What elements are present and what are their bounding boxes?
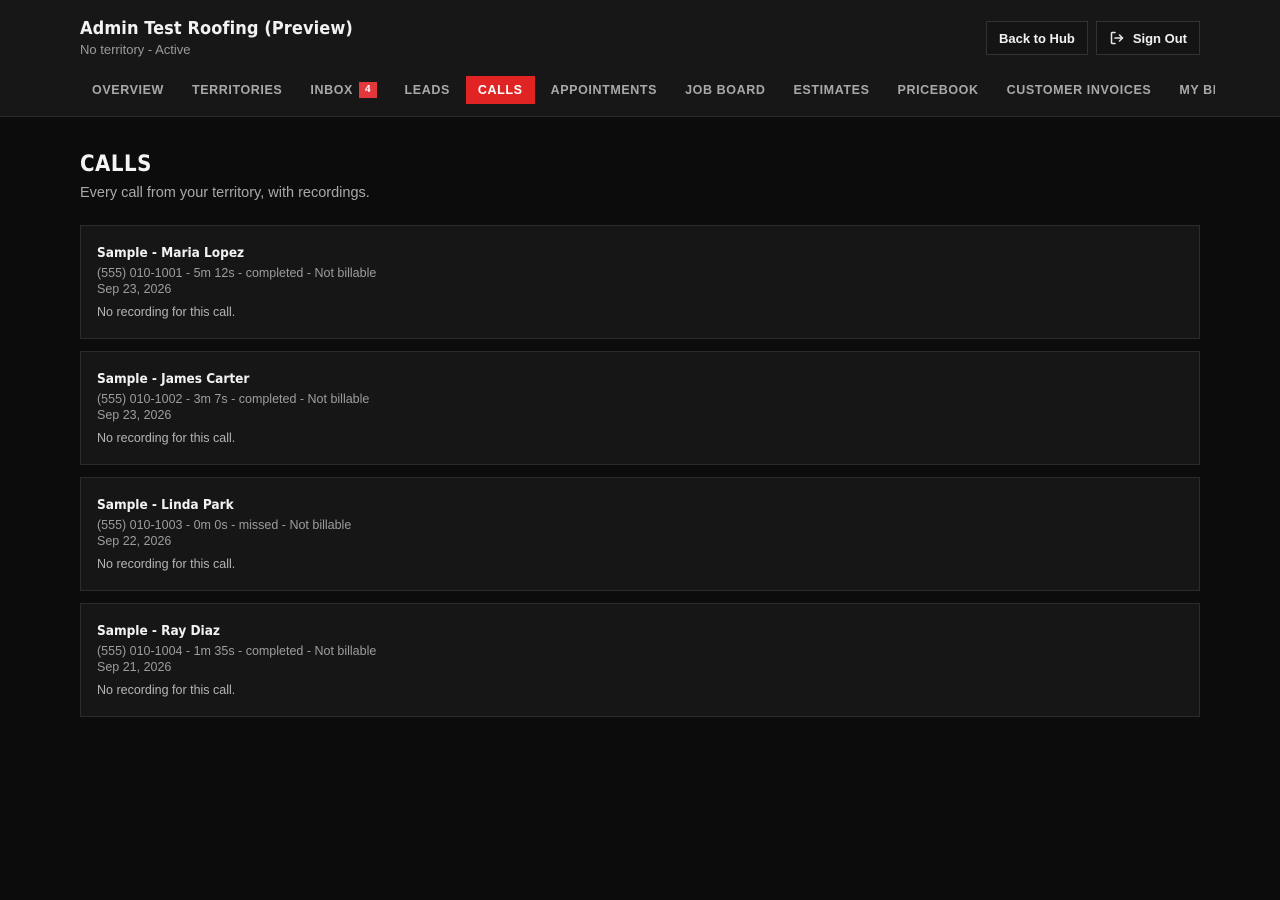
recording-status: No recording for this call.	[97, 557, 236, 571]
call-details: (555) 010-1003 - 0m 0s - missed - Not bi…	[97, 518, 352, 532]
tab-customer-invoices[interactable]: CUSTOMER INVOICES	[995, 76, 1164, 104]
tab-job-board[interactable]: JOB BOARD	[673, 76, 777, 104]
tab-label: ESTIMATES	[793, 83, 870, 97]
page-subtitle: Every call from your territory, with rec…	[80, 185, 370, 201]
call-list: Sample - Maria Lopez (555) 010-1001 - 5m…	[80, 225, 1200, 717]
call-details: (555) 010-1002 - 3m 7s - completed - Not…	[97, 392, 370, 406]
call-card[interactable]: Sample - Ray Diaz (555) 010-1004 - 1m 35…	[80, 603, 1200, 717]
caller-name: Sample - Maria Lopez	[97, 245, 245, 261]
brand: Admin Test Roofing (Preview) No territor…	[80, 18, 353, 57]
tab-label: JOB BOARD	[685, 83, 766, 97]
tab-inbox[interactable]: INBOX 4	[298, 76, 388, 104]
tab-estimates[interactable]: ESTIMATES	[782, 76, 882, 104]
tab-label: CUSTOMER INVOICES	[1006, 83, 1152, 97]
tab-calls[interactable]: CALLS	[465, 76, 535, 104]
call-card[interactable]: Sample - James Carter (555) 010-1002 - 3…	[80, 351, 1200, 465]
tab-label: OVERVIEW	[92, 83, 164, 97]
tab-label: TERRITORIES	[191, 83, 283, 97]
call-date: Sep 22, 2026	[97, 534, 172, 548]
tab-appointments[interactable]: APPOINTMENTS	[539, 76, 670, 104]
call-card[interactable]: Sample - Linda Park (555) 010-1003 - 0m …	[80, 477, 1200, 591]
main-nav: OVERVIEW TERRITORIES INBOX 4 LEADS CALLS…	[80, 76, 1215, 104]
back-to-hub-label: Back to Hub	[998, 30, 1075, 46]
call-card[interactable]: Sample - Maria Lopez (555) 010-1001 - 5m…	[80, 225, 1200, 339]
inbox-count-badge: 4	[358, 82, 377, 98]
sign-out-icon	[1109, 30, 1125, 46]
caller-name: Sample - James Carter	[97, 371, 250, 387]
call-date: Sep 23, 2026	[97, 282, 172, 296]
tab-pricebook[interactable]: PRICEBOOK	[886, 76, 991, 104]
call-details: (555) 010-1001 - 5m 12s - completed - No…	[97, 266, 377, 280]
page-title: CALLS	[80, 152, 152, 177]
back-to-hub-button[interactable]: Back to Hub	[985, 21, 1088, 55]
tab-territories[interactable]: TERRITORIES	[180, 76, 294, 104]
recording-status: No recording for this call.	[97, 431, 236, 445]
caller-name: Sample - Ray Diaz	[97, 623, 220, 639]
tab-my-bills[interactable]: MY BILLS	[1167, 76, 1215, 104]
header-actions: Back to Hub Sign Out	[985, 21, 1200, 55]
tab-overview[interactable]: OVERVIEW	[80, 76, 176, 104]
sign-out-label: Sign Out	[1132, 30, 1187, 46]
tab-label: MY BILLS	[1179, 83, 1215, 97]
caller-name: Sample - Linda Park	[97, 497, 234, 513]
tab-label: CALLS	[477, 83, 523, 97]
sign-out-button[interactable]: Sign Out	[1095, 21, 1200, 55]
territory-status: No territory - Active	[80, 42, 191, 57]
tab-label: LEADS	[404, 83, 450, 97]
recording-status: No recording for this call.	[97, 683, 236, 697]
call-date: Sep 23, 2026	[97, 408, 172, 422]
call-date: Sep 21, 2026	[97, 660, 172, 674]
recording-status: No recording for this call.	[97, 305, 236, 319]
tab-label: APPOINTMENTS	[550, 83, 658, 97]
main-content: CALLS Every call from your territory, wi…	[80, 152, 1200, 717]
call-details: (555) 010-1004 - 1m 35s - completed - No…	[97, 644, 377, 658]
tab-label: INBOX	[310, 83, 353, 97]
company-title: Admin Test Roofing (Preview)	[80, 18, 353, 39]
tab-leads[interactable]: LEADS	[393, 76, 462, 104]
tab-label: PRICEBOOK	[897, 83, 979, 97]
top-bar: Admin Test Roofing (Preview) No territor…	[0, 0, 1280, 117]
